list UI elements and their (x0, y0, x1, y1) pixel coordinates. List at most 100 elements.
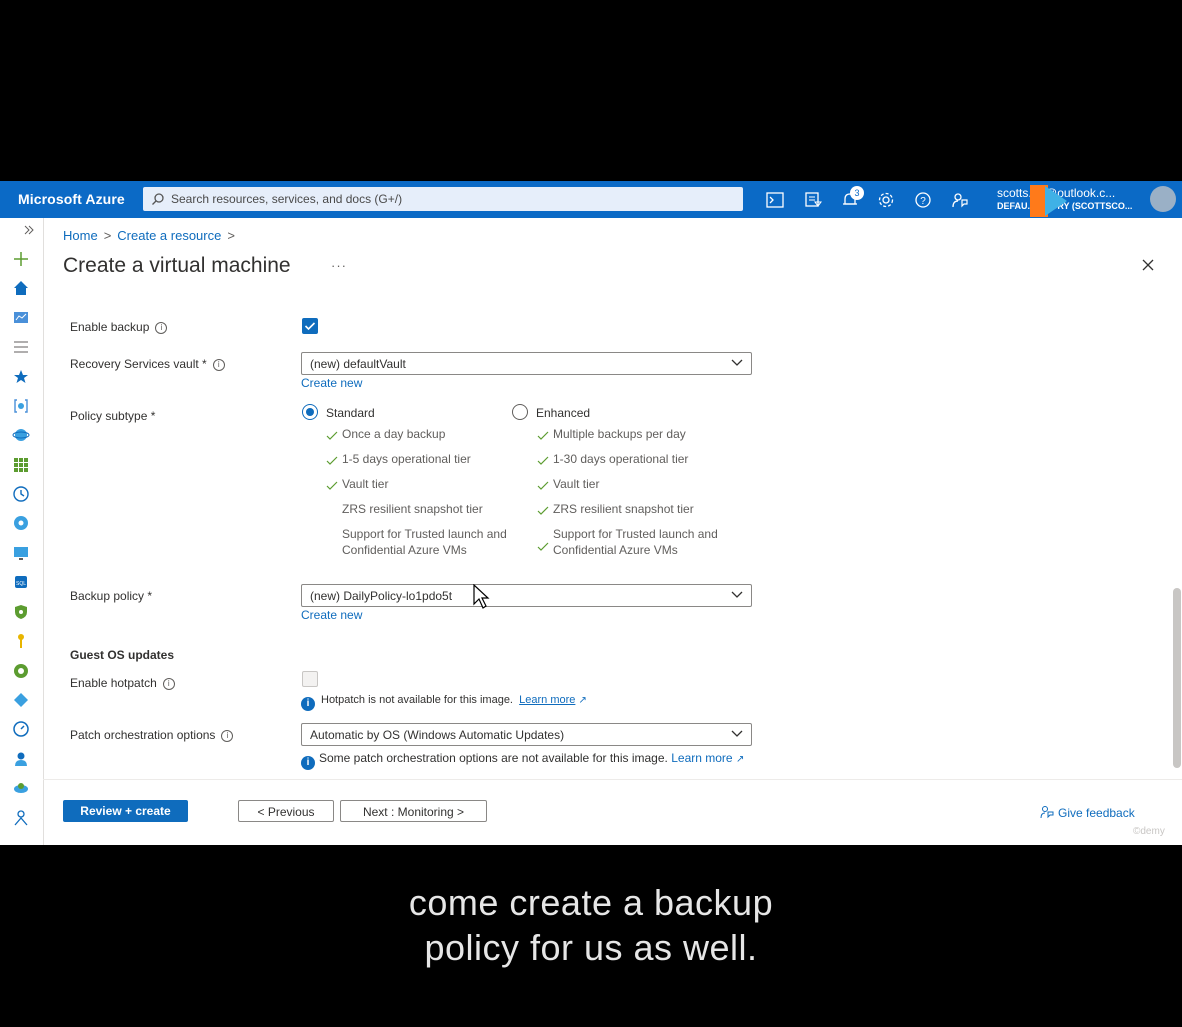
info-icon[interactable]: i (212, 359, 225, 371)
backup-policy-label: Backup policy * (70, 589, 153, 603)
udemy-logo-triangle (1045, 186, 1067, 216)
recovery-vault-select[interactable]: (new) defaultVault (301, 352, 752, 375)
breadcrumb-separator: > (103, 228, 112, 243)
patch-info-message: i Some patch orchestration options are no… (301, 751, 744, 770)
notification-count-badge: 3 (850, 186, 864, 200)
video-subtitle: come create a backup policy for us as we… (0, 880, 1182, 970)
breadcrumb-separator: > (227, 228, 235, 243)
breadcrumb-create-resource[interactable]: Create a resource (117, 228, 221, 243)
info-icon[interactable]: i (155, 322, 168, 334)
virtual-machines-icon[interactable] (12, 544, 30, 562)
mouse-cursor-icon (473, 584, 490, 609)
standard-feature: Once a day backup (342, 427, 446, 441)
cloud-services-icon[interactable] (12, 779, 30, 797)
backup-policy-select[interactable]: (new) DailyPolicy-lo1pdo5t (301, 584, 752, 607)
enable-hotpatch-checkbox[interactable] (302, 671, 318, 687)
check-icon (537, 542, 549, 551)
recovery-vault-value: (new) defaultVault (310, 357, 406, 371)
review-create-button[interactable]: Review + create (63, 800, 188, 822)
resource-groups-icon[interactable] (12, 397, 30, 415)
directory-filter-icon[interactable] (803, 190, 823, 210)
azure-ad-diamond-icon[interactable] (12, 691, 30, 709)
patch-orchestration-value: Automatic by OS (Windows Automatic Updat… (310, 728, 565, 742)
patch-learn-more-link[interactable]: Learn more (671, 751, 732, 765)
enhanced-radio[interactable] (512, 404, 528, 420)
help-icon[interactable]: ? (913, 190, 933, 210)
security-shield-icon[interactable] (12, 603, 30, 621)
feedback-person-icon (1040, 806, 1054, 819)
patch-orchestration-label: Patch orchestration options i (70, 728, 234, 742)
cloud-shell-icon[interactable] (765, 190, 785, 210)
external-link-icon: ↗ (735, 754, 745, 765)
search-input[interactable]: Search resources, services, and docs (G+… (143, 187, 743, 211)
footer-divider (43, 779, 1182, 780)
info-icon[interactable]: i (162, 678, 175, 690)
close-icon[interactable] (1141, 258, 1155, 272)
favorites-star-icon[interactable] (12, 367, 30, 385)
scrollbar-thumb[interactable] (1173, 588, 1181, 768)
create-new-policy-link[interactable]: Create new (301, 608, 362, 622)
standard-radio[interactable] (302, 404, 318, 420)
check-icon (537, 506, 549, 515)
breadcrumb: Home > Create a resource > (63, 228, 241, 243)
hotpatch-info-message: i Hotpatch is not available for this imag… (301, 694, 587, 711)
home-icon[interactable] (12, 279, 30, 297)
top-bar: Microsoft Azure Search resources, servic… (0, 181, 1182, 218)
all-resources-grid-icon[interactable] (12, 456, 30, 474)
info-filled-icon: i (301, 697, 315, 711)
gear-icon[interactable] (876, 190, 896, 210)
info-icon[interactable]: i (221, 730, 234, 742)
dashboard-icon[interactable] (12, 309, 30, 327)
app-services-icon[interactable] (12, 426, 30, 444)
check-icon (326, 456, 338, 465)
all-services-list-icon[interactable] (12, 338, 30, 356)
check-icon (537, 431, 549, 440)
recent-clock-icon[interactable] (12, 485, 30, 503)
previous-button[interactable]: < Previous (238, 800, 334, 822)
svg-text:SQL: SQL (16, 581, 26, 587)
patch-orchestration-select[interactable]: Automatic by OS (Windows Automatic Updat… (301, 723, 752, 746)
guest-os-updates-heading: Guest OS updates (70, 648, 175, 662)
standard-label: Standard (326, 406, 375, 420)
search-placeholder: Search resources, services, and docs (G+… (171, 192, 403, 206)
info-filled-icon: i (301, 756, 315, 770)
chevron-down-icon (731, 730, 743, 737)
backup-policy-value: (new) DailyPolicy-lo1pdo5t (310, 589, 453, 603)
standard-feature: Vault tier (342, 477, 389, 491)
hotpatch-learn-more-link[interactable]: Learn more (519, 694, 575, 706)
chevron-down-icon (731, 591, 743, 598)
page-title: Create a virtual machine (63, 254, 291, 277)
enable-backup-label: Enable backup i (70, 320, 168, 334)
create-new-vault-link[interactable]: Create new (301, 376, 362, 390)
more-options-button[interactable]: ··· (331, 258, 347, 273)
expand-chevrons-icon[interactable] (22, 223, 36, 237)
standard-feature: ZRS resilient snapshot tier (342, 502, 483, 516)
enhanced-feature: 1-30 days operational tier (553, 452, 689, 466)
give-feedback-link[interactable]: Give feedback (1040, 805, 1135, 820)
cosmos-db-icon[interactable] (12, 514, 30, 532)
check-icon (537, 456, 549, 465)
monitor-gauge-icon[interactable] (12, 662, 30, 680)
feedback-icon[interactable] (950, 190, 970, 210)
users-icon[interactable] (12, 750, 30, 768)
create-resource-plus-icon[interactable] (12, 250, 30, 268)
enhanced-label: Enhanced (536, 406, 591, 420)
enhanced-feature: Vault tier (553, 477, 600, 491)
enable-backup-checkbox[interactable] (302, 318, 318, 334)
check-icon (326, 431, 338, 440)
breadcrumb-home[interactable]: Home (63, 228, 98, 243)
advisor-gauge-icon[interactable] (12, 720, 30, 738)
sql-database-icon[interactable]: SQL (12, 573, 30, 591)
help-support-icon[interactable] (12, 809, 30, 827)
radio-selected-dot (306, 408, 314, 416)
next-monitoring-button[interactable]: Next : Monitoring > (340, 800, 487, 822)
subtitle-line-2: policy for us as well. (424, 927, 758, 968)
main-panel: SQL Home > Create a resource > Create a vir… (0, 218, 1182, 845)
policy-subtype-label: Policy subtype * (70, 409, 156, 423)
avatar[interactable] (1150, 186, 1176, 212)
key-vault-icon[interactable] (12, 632, 30, 650)
enhanced-feature: Support for Trusted launch and Confident… (553, 527, 718, 557)
udemy-watermark: ©demy (1133, 826, 1165, 837)
recovery-vault-label: Recovery Services vault * i (70, 357, 225, 371)
brand-title[interactable]: Microsoft Azure (18, 191, 125, 207)
